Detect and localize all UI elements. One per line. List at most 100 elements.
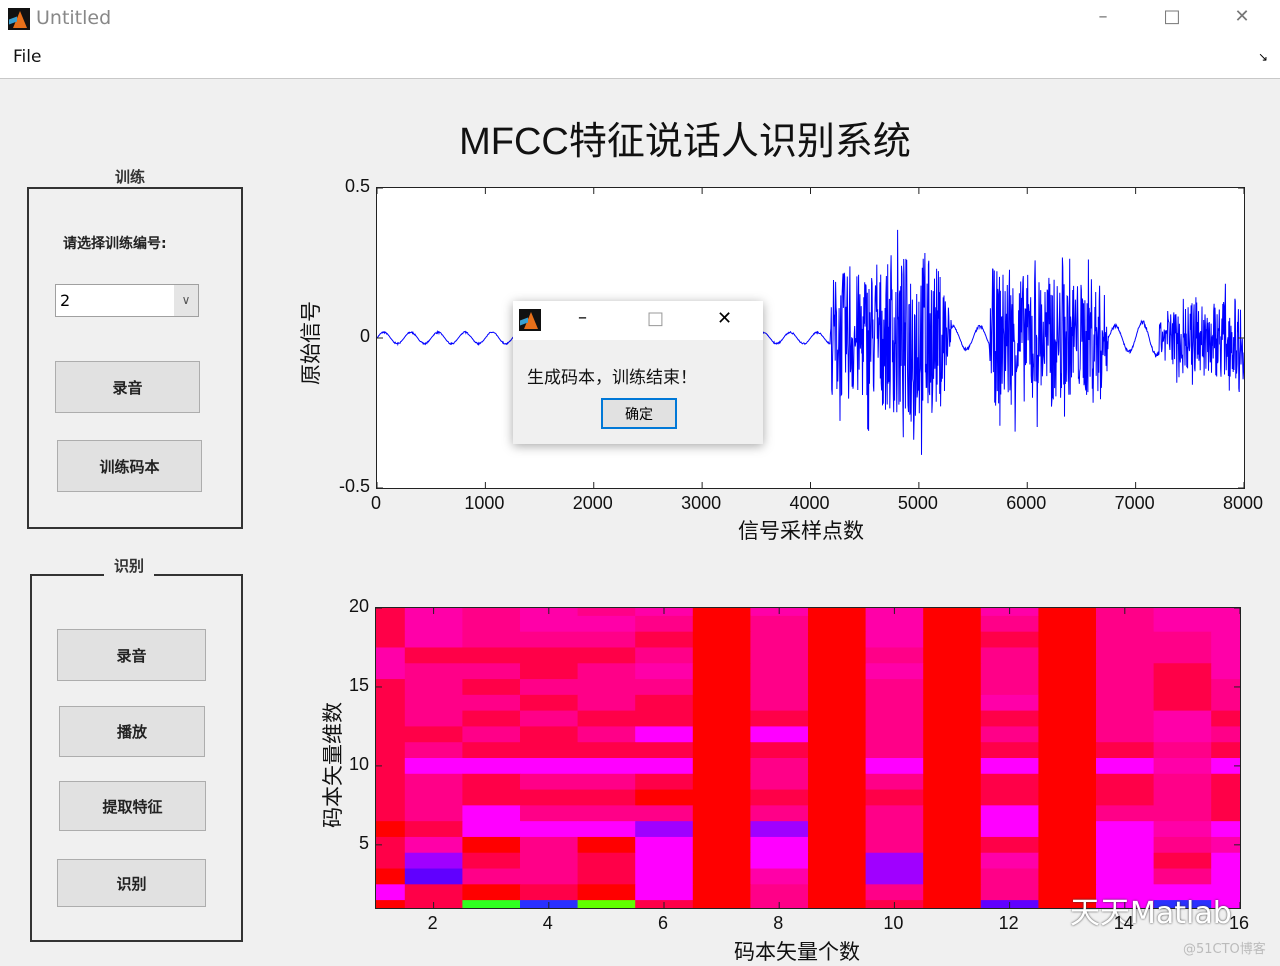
heatmap-cell	[404, 805, 463, 822]
heatmap-cell	[1211, 773, 1240, 791]
heatmap-cell	[865, 679, 924, 696]
heatmap-cell	[376, 726, 406, 743]
train-codebook-button[interactable]: 训练码本	[57, 440, 202, 492]
heatmap-cell	[1153, 710, 1212, 727]
heatmap-cell	[520, 615, 579, 633]
heatmap-cell	[1211, 805, 1240, 822]
waveform-x-tick: 0	[371, 493, 382, 513]
menu-file[interactable]: File	[13, 47, 41, 67]
heatmap-cell	[1153, 758, 1212, 775]
heatmap-cell	[692, 742, 751, 759]
heatmap-cell	[923, 758, 982, 775]
heatmap-cell	[1096, 805, 1155, 822]
heatmap-cell	[376, 663, 406, 680]
heatmap-cell	[1038, 742, 1097, 759]
heatmap-cell	[923, 742, 982, 759]
heatmap-y-tick: 15	[349, 674, 370, 695]
dialog-minimize-icon[interactable]: –	[578, 307, 587, 328]
heatmap-cell	[692, 647, 751, 664]
heatmap-cell	[1038, 773, 1097, 791]
heatmap-cell	[577, 608, 636, 617]
heatmap-cell	[980, 852, 1039, 870]
heatmap-cell	[1096, 773, 1155, 791]
waveform-line	[377, 229, 1244, 455]
heatmap-cell	[520, 805, 579, 822]
heatmap-cell	[404, 758, 463, 775]
heatmap-cell	[635, 773, 694, 791]
heatmap-cell	[923, 868, 982, 885]
dialog-close-icon[interactable]: ✕	[717, 308, 732, 329]
heatmap-x-tick: 16	[1229, 913, 1250, 933]
dialog-title-bar: – □ ✕	[513, 301, 763, 340]
dialog-message: 生成码本，训练结束！	[527, 368, 697, 388]
dock-arrow-icon[interactable]: ↘	[1258, 50, 1268, 64]
heatmap-cell	[692, 852, 751, 870]
waveform-x-tick: 7000	[1114, 493, 1155, 513]
train-number-dropdown[interactable]: 2 ∨	[55, 284, 199, 317]
heatmap-cell	[808, 852, 867, 870]
heatmap-cell	[376, 773, 406, 791]
heatmap-cell	[520, 836, 579, 854]
heatmap-cell	[462, 679, 521, 696]
heatmap-cell	[980, 726, 1039, 743]
heatmap-cell	[635, 868, 694, 885]
extract-features-button[interactable]: 提取特征	[59, 781, 206, 831]
heatmap-x-tick: 4	[542, 913, 553, 933]
ok-button[interactable]: 确定	[601, 398, 677, 429]
heatmap-cell	[376, 884, 406, 901]
close-icon[interactable]: ✕	[1222, 6, 1262, 32]
heatmap-cell	[520, 694, 579, 712]
heatmap-cell	[1038, 615, 1097, 633]
heatmap-cell	[1153, 742, 1212, 759]
recognize-record-button[interactable]: 录音	[57, 629, 206, 681]
heatmap-cell	[1038, 631, 1097, 648]
minimize-icon[interactable]: –	[1083, 6, 1123, 32]
heatmap-cell	[808, 631, 867, 648]
heatmap-cell	[980, 773, 1039, 791]
heatmap-cell	[692, 710, 751, 727]
heatmap-cell	[404, 773, 463, 791]
heatmap-cell	[923, 710, 982, 727]
heatmap-cell	[923, 821, 982, 838]
heatmap-cell	[462, 900, 521, 908]
heatmap-cell	[865, 852, 924, 870]
heatmap-cell	[404, 710, 463, 727]
heatmap-cell	[1153, 608, 1212, 617]
heatmap-cell	[692, 805, 751, 822]
heatmap-cell	[1096, 836, 1155, 854]
heatmap-cell	[404, 679, 463, 696]
heatmap-cell	[923, 773, 982, 791]
heatmap-cell	[1038, 868, 1097, 885]
heatmap-cell	[520, 884, 579, 901]
heatmap-cell	[808, 663, 867, 680]
heatmap-x-tick: 8	[773, 913, 784, 933]
dialog-maximize-icon[interactable]: □	[647, 308, 664, 329]
heatmap-cell	[577, 852, 636, 870]
heatmap-cell	[980, 758, 1039, 775]
train-record-button[interactable]: 录音	[55, 361, 200, 413]
heatmap-cell	[404, 663, 463, 680]
heatmap-cell	[376, 868, 406, 885]
heatmap-cell	[692, 789, 751, 806]
play-button[interactable]: 播放	[59, 706, 205, 757]
heatmap-cell	[750, 679, 809, 696]
heatmap-cell	[923, 615, 982, 633]
heatmap-cell	[1153, 663, 1212, 680]
heatmap-cell	[692, 836, 751, 854]
heatmap-cell	[520, 852, 579, 870]
heatmap-cell	[808, 884, 867, 901]
heatmap-cell	[980, 836, 1039, 854]
heatmap-cell	[635, 631, 694, 648]
heatmap-cell	[635, 663, 694, 680]
heatmap-cell	[692, 821, 751, 838]
heatmap-cell	[1096, 868, 1155, 885]
heatmap-cell	[520, 710, 579, 727]
heatmap-cell	[1096, 615, 1155, 633]
recognize-button[interactable]: 识别	[57, 859, 206, 907]
maximize-icon[interactable]: □	[1152, 6, 1192, 32]
heatmap-cell	[462, 726, 521, 743]
waveform-x-tick: 6000	[1006, 493, 1047, 513]
heatmap-cell	[1153, 836, 1212, 854]
heatmap-cell	[808, 710, 867, 727]
heatmap-cell	[520, 868, 579, 885]
